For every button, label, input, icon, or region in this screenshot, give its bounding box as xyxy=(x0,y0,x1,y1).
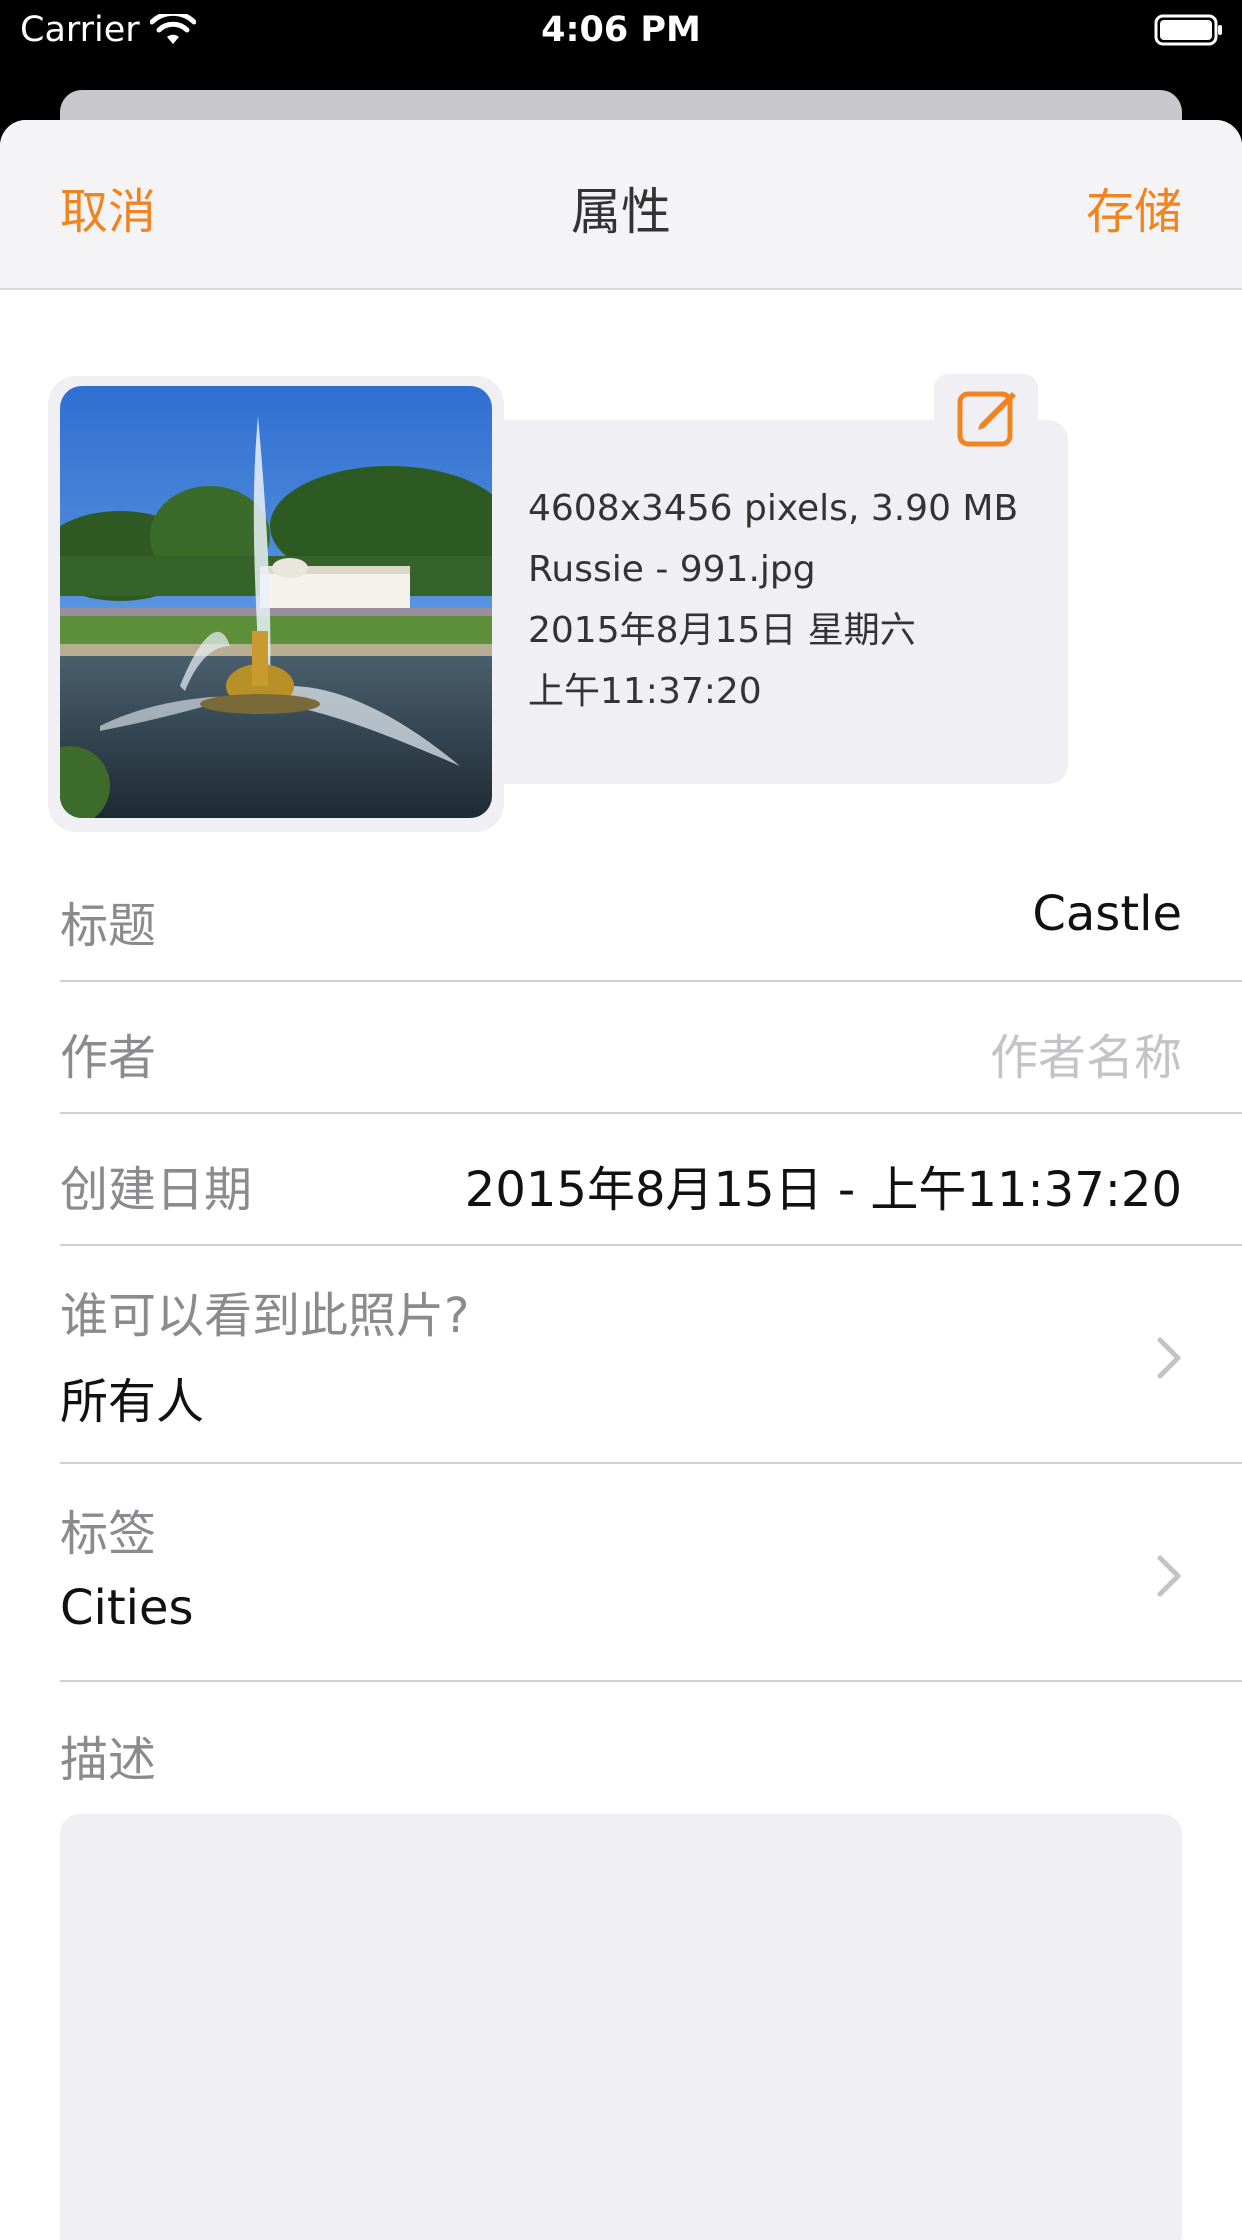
title-row[interactable]: 标题 Castle xyxy=(60,850,1242,982)
tags-label: 标签 xyxy=(60,1506,157,1562)
visibility-row[interactable]: 谁可以看到此照片? 所有人 xyxy=(60,1246,1242,1464)
photo-info-text: 4608x3456 pixels, 3.90 MB Russie - 991.j… xyxy=(528,478,1018,722)
navigation-bar: 取消 属性 存储 xyxy=(0,120,1242,290)
properties-sheet: 取消 属性 存储 4608x3456 pixels, 3.90 MB Russi… xyxy=(0,120,1242,2240)
title-label: 标题 xyxy=(60,898,157,954)
page-title: 属性 xyxy=(571,183,671,241)
visibility-value: 所有人 xyxy=(60,1374,205,1430)
edit-icon[interactable] xyxy=(954,382,1022,450)
photo-time: 上午11:37:20 xyxy=(528,671,762,712)
description-textarea[interactable] xyxy=(60,1814,1182,2240)
photo-thumbnail[interactable] xyxy=(60,386,492,818)
author-row[interactable]: 作者 作者名称 xyxy=(60,982,1242,1114)
photo-date: 2015年8月15日 星期六 xyxy=(528,610,916,651)
battery-icon xyxy=(1154,14,1222,46)
created-date-label: 创建日期 xyxy=(60,1162,253,1218)
photo-filename: Russie - 991.jpg xyxy=(528,549,816,590)
description-label: 描述 xyxy=(60,1732,157,1788)
tags-value: Cities xyxy=(60,1580,194,1636)
chevron-right-icon xyxy=(1157,1337,1181,1379)
visibility-label: 谁可以看到此照片? xyxy=(60,1288,470,1344)
author-label: 作者 xyxy=(60,1030,157,1086)
status-bar: Carrier 4:06 PM xyxy=(0,0,1242,62)
chevron-right-icon xyxy=(1157,1555,1181,1597)
status-time: 4:06 PM xyxy=(541,10,701,50)
title-value[interactable]: Castle xyxy=(1032,886,1182,942)
save-button[interactable]: 存储 xyxy=(1086,172,1182,242)
author-input[interactable]: 作者名称 xyxy=(990,1018,1182,1088)
created-date-value[interactable]: 2015年8月15日 - 上午11:37:20 xyxy=(465,1150,1182,1220)
tags-row[interactable]: 标签 Cities xyxy=(60,1464,1242,1682)
created-date-row[interactable]: 创建日期 2015年8月15日 - 上午11:37:20 xyxy=(60,1114,1242,1246)
photo-dimensions: 4608x3456 pixels, 3.90 MB xyxy=(528,488,1019,529)
